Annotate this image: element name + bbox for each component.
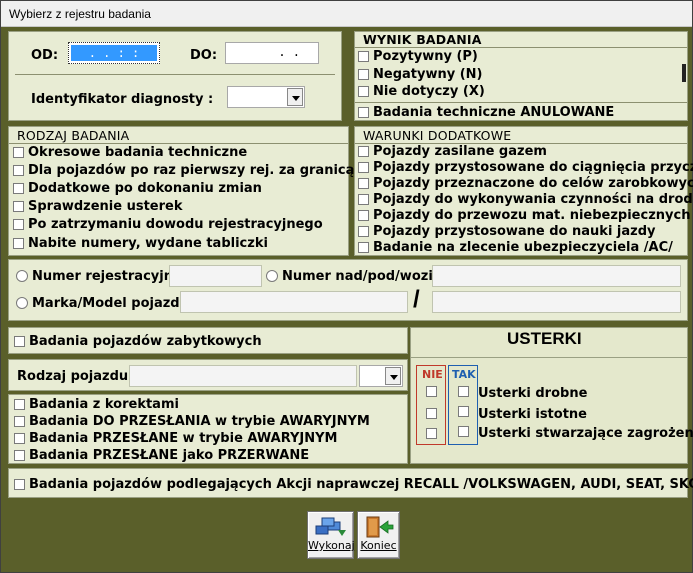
tak-drobne-checkbox[interactable]: [458, 386, 469, 397]
diagnosta-label: Identyfikator diagnosty :: [31, 92, 214, 107]
warunki-header: WARUNKI DODATKOWE: [363, 128, 512, 143]
numer-nad-label: Numer nad/pod/wozia :: [282, 269, 452, 284]
od-label: OD:: [31, 48, 59, 63]
nie-drobne-checkbox[interactable]: [426, 386, 437, 397]
checkbox[interactable]: [358, 162, 369, 173]
chevron-down-icon[interactable]: [287, 88, 303, 106]
checkbox[interactable]: [358, 194, 369, 205]
checkbox[interactable]: [358, 242, 369, 253]
usterki-panel: USTERKI NIE TAK Usterki drobne Usterki i…: [410, 327, 693, 464]
checkbox[interactable]: [14, 399, 25, 410]
checkbox[interactable]: [358, 69, 369, 80]
recall-panel: Badania pojazdów podlegających Akcji nap…: [8, 468, 693, 498]
checkbox[interactable]: [358, 146, 369, 157]
pojazd-select[interactable]: [129, 365, 357, 387]
usterki-title: USTERKI: [507, 329, 582, 348]
numer-rej-label: Numer rejestracyjny :: [32, 269, 192, 284]
radio-numer-rej[interactable]: [16, 270, 28, 282]
do-input[interactable]: . .: [225, 42, 319, 64]
warunki-panel: WARUNKI DODATKOWE Pojazdy zasilane gazem…: [354, 126, 693, 256]
nie-zagrozenie-checkbox[interactable]: [426, 428, 437, 439]
diagnosta-select[interactable]: [227, 86, 305, 108]
tak-istotne-checkbox[interactable]: [458, 406, 469, 417]
checkbox[interactable]: [13, 147, 24, 158]
marka-input[interactable]: [180, 291, 408, 313]
wykonaj-button[interactable]: Wykonaj: [307, 511, 355, 559]
do-value: . .: [278, 45, 300, 59]
usterki-istotne-label: Usterki istotne: [478, 407, 587, 422]
usterki-drobne-label: Usterki drobne: [478, 386, 588, 401]
search-panel: Numer rejestracyjny : Numer nad/pod/wozi…: [8, 259, 688, 321]
checkbox[interactable]: [13, 201, 24, 212]
checkbox[interactable]: [358, 226, 369, 237]
slash-separator: /: [413, 286, 420, 313]
wynik-header: WYNIK BADANIA: [363, 32, 482, 47]
radio-numer-nad[interactable]: [266, 270, 278, 282]
wynik-panel: WYNIK BADANIA Pozytywny (P) Negatywny (N…: [354, 31, 688, 121]
nie-istotne-checkbox[interactable]: [426, 408, 437, 419]
wynik-scrollbar[interactable]: [682, 64, 686, 82]
usterki-zagrozenie-label: Usterki stwarzające zagrożenie: [478, 426, 693, 441]
pojazd-label: Rodzaj pojazdu :: [17, 369, 138, 384]
checkbox[interactable]: [358, 178, 369, 189]
koniec-button[interactable]: Koniec: [357, 511, 400, 559]
inne-panel: Badania z korektami Badania DO PRZESŁANI…: [8, 394, 408, 464]
rodzaj-header: RODZAJ BADANIA: [17, 128, 130, 143]
checkbox[interactable]: [358, 86, 369, 97]
koniec-label: Koniec: [360, 539, 397, 552]
wykonaj-label: Wykonaj: [308, 539, 355, 552]
exit-door-icon: [366, 516, 394, 538]
checkbox[interactable]: [13, 183, 24, 194]
window-title: Wybierz z rejestru badania: [9, 7, 151, 21]
od-input[interactable]: . . : :: [68, 42, 160, 64]
wynik-separator: [355, 47, 687, 48]
checkbox[interactable]: [14, 479, 25, 490]
checkbox[interactable]: [14, 336, 25, 347]
tak-column: TAK: [448, 365, 478, 445]
checkbox[interactable]: [14, 433, 25, 444]
checkbox[interactable]: [13, 219, 24, 230]
checkbox[interactable]: [13, 165, 24, 176]
pojazd-panel: Rodzaj pojazdu :: [8, 359, 408, 391]
checkbox[interactable]: [358, 107, 369, 118]
radio-marka[interactable]: [16, 297, 28, 309]
rodzaj-separator: [9, 143, 348, 144]
numer-rej-input[interactable]: [169, 265, 262, 287]
title-bar: Wybierz z rejestru badania: [1, 1, 692, 27]
nie-label: NIE: [422, 368, 443, 381]
nie-column: NIE: [416, 365, 446, 445]
date-separator: [15, 74, 335, 75]
od-value: . . : :: [71, 45, 157, 61]
wynik-separator-2: [355, 102, 687, 103]
tak-zagrozenie-checkbox[interactable]: [458, 426, 469, 437]
checkbox[interactable]: [13, 238, 24, 249]
checkbox[interactable]: [358, 51, 369, 62]
chevron-down-icon[interactable]: [385, 367, 401, 385]
numer-nad-input[interactable]: [432, 265, 681, 287]
execute-icon: [315, 517, 346, 536]
pojazd-dropdown[interactable]: [359, 365, 403, 387]
do-label: DO:: [190, 48, 218, 63]
checkbox[interactable]: [358, 210, 369, 221]
model-input[interactable]: [432, 291, 681, 313]
date-panel: OD: . . : : DO: . . Identyfikator diagno…: [8, 31, 342, 121]
tak-label: TAK: [452, 368, 476, 381]
zabytkowe-panel: Badania pojazdów zabytkowych: [8, 327, 408, 354]
marka-label: Marka/Model pojazdu :: [32, 296, 199, 311]
dialog-window: Wybierz z rejestru badania OD: . . : : D…: [0, 0, 693, 573]
rodzaj-panel: RODZAJ BADANIA Okresowe badania technicz…: [8, 126, 354, 256]
checkbox[interactable]: [14, 450, 25, 461]
checkbox[interactable]: [14, 416, 25, 427]
